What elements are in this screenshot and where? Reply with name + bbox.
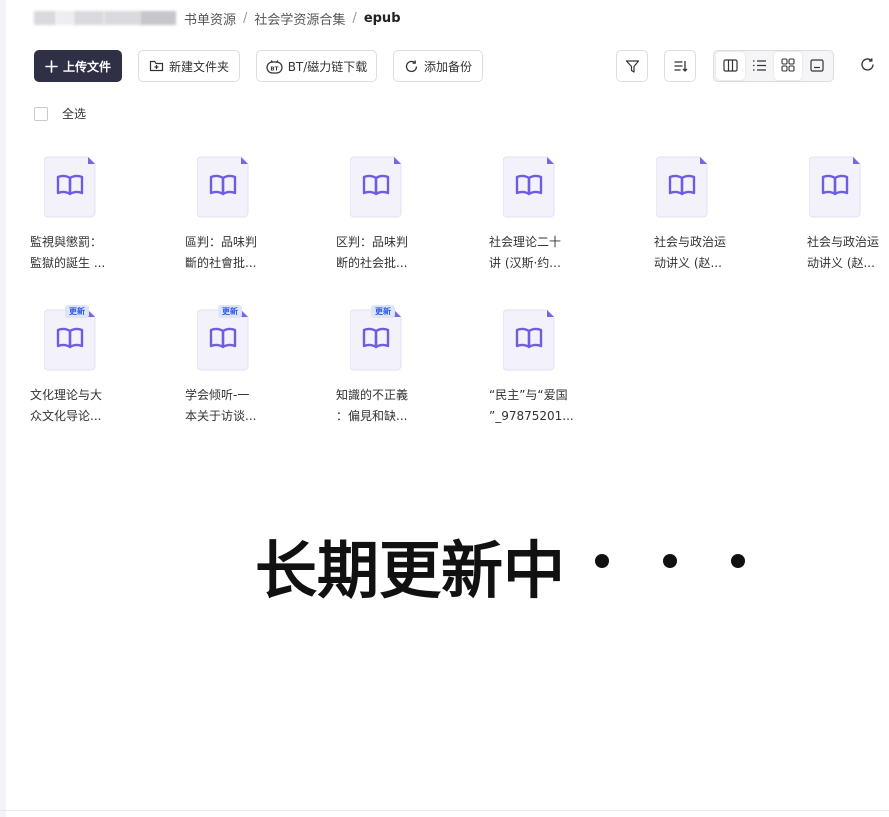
book-icon — [349, 309, 402, 371]
file-name: 社会与政治运 动讲义 (赵... — [642, 232, 742, 274]
file-name: 学会倾听-一 本关于访谈... — [183, 385, 283, 427]
file-item[interactable]: 更新学会倾听-一 本关于访谈... — [183, 305, 313, 449]
add-backup-label: 添加备份 — [423, 59, 472, 74]
file-item[interactable]: 監視與懲罰： 監獄的誕生 ... — [30, 156, 160, 296]
file-name-line: ：偏見和缺... — [336, 409, 408, 423]
select-all-checkbox[interactable] — [34, 106, 48, 121]
file-name-line: ”_97875201... — [489, 409, 574, 423]
file-item[interactable]: 更新知識的不正義 ：偏見和缺... — [336, 305, 466, 449]
file-name: 知識的不正義 ：偏見和缺... — [336, 385, 436, 427]
breadcrumb-item-sociology[interactable]: 社会学资源合集 — [254, 9, 345, 28]
file-name-line: “民主”与“爱国 — [489, 388, 568, 402]
file-name: 文化理论与大 众文化导论... — [30, 385, 130, 427]
bt-download-label: BT/磁力链下载 — [287, 59, 368, 74]
file-name-line: 区判：品味判 — [336, 235, 409, 249]
grid-view-button[interactable] — [773, 52, 803, 80]
update-badge: 更新 — [65, 305, 89, 318]
backup-icon — [404, 59, 419, 74]
file-name-line: 社会理论二十 — [489, 235, 562, 249]
filter-icon — [625, 59, 640, 74]
svg-text:BT: BT — [270, 66, 278, 72]
breadcrumb-separator: / — [352, 10, 357, 26]
file-name-line: 社会与政治运 — [807, 235, 880, 249]
file-item[interactable]: 社会与政治运 动讲义 (赵... — [795, 156, 889, 296]
column-view-icon — [723, 57, 738, 76]
file-name-line: 文化理论与大 — [30, 388, 103, 402]
file-name-line: 断的社会批... — [336, 256, 408, 270]
select-all-label: 全选 — [62, 107, 87, 121]
banner-text: 长期更新中 — [255, 534, 566, 607]
file-item[interactable]: 区判：品味判 断的社会批... — [336, 156, 466, 296]
upload-label: 上传文件 — [62, 59, 111, 74]
book-icon — [808, 156, 861, 218]
bt-icon: BT — [266, 59, 283, 74]
list-view-button[interactable] — [745, 52, 774, 80]
left-edge-strip — [0, 0, 6, 817]
refresh-button[interactable] — [851, 50, 883, 82]
file-name-line: 知識的不正義 — [336, 388, 409, 402]
column-view-button[interactable] — [716, 52, 745, 80]
plus-icon — [45, 59, 58, 73]
file-name-line: 區判：品味判 — [185, 235, 258, 249]
breadcrumb: 书单资源 / 社会学资源合集 / epub — [34, 8, 401, 28]
update-badge: 更新 — [218, 305, 242, 318]
file-name: “民主”与“爱国 ”_97875201... — [489, 385, 589, 427]
book-icon — [196, 309, 249, 371]
file-name: 区判：品味判 断的社会批... — [336, 232, 436, 274]
add-backup-button[interactable]: 添加备份 — [393, 50, 483, 82]
file-item[interactable]: 社会理论二十讲 (汉斯·约... — [489, 156, 619, 296]
upload-button[interactable]: 上传文件 — [34, 50, 122, 82]
file-item[interactable]: 更新文化理论与大 众文化导论... — [30, 305, 160, 449]
preview-view-button[interactable] — [802, 52, 831, 80]
file-item[interactable]: 區判：品味判 斷的社會批... — [183, 156, 313, 296]
file-item[interactable]: 社会与政治运 动讲义 (赵... — [642, 156, 772, 296]
file-item[interactable]: “民主”与“爱国 ”_97875201... — [489, 309, 619, 449]
book-icon — [502, 156, 555, 218]
refresh-icon — [860, 57, 875, 76]
filter-button[interactable] — [616, 50, 648, 82]
blurred-path — [34, 11, 176, 25]
banner-dot — [663, 554, 677, 568]
book-icon — [196, 156, 249, 218]
breadcrumb-item-booklist[interactable]: 书单资源 — [184, 9, 236, 28]
file-name-line: 动讲义 (赵... — [807, 256, 875, 270]
preview-view-icon — [810, 57, 824, 76]
list-view-icon — [752, 57, 767, 76]
new-folder-button[interactable]: 新建文件夹 — [138, 50, 240, 82]
file-name-line: 監獄的誕生 ... — [30, 256, 106, 270]
bottom-divider — [0, 810, 889, 811]
file-name: 監視與懲罰： 監獄的誕生 ... — [30, 232, 130, 274]
banner-dots — [595, 554, 745, 568]
toolbar: 上传文件 新建文件夹 BT BT/磁力链下载 添加备份 — [34, 50, 889, 82]
sort-icon — [673, 59, 688, 74]
banner-dot — [731, 554, 745, 568]
new-folder-label: 新建文件夹 — [168, 59, 229, 74]
file-name: 區判：品味判 斷的社會批... — [183, 232, 283, 274]
file-name-line: 学会倾听-一 — [185, 388, 250, 402]
bt-download-button[interactable]: BT BT/磁力链下载 — [256, 50, 377, 82]
book-icon — [502, 309, 555, 371]
file-name: 社会与政治运 动讲义 (赵... — [795, 232, 889, 274]
breadcrumb-current: epub — [363, 10, 401, 26]
file-name-line: 本关于访谈... — [185, 409, 257, 423]
file-name: 社会理论二十讲 (汉斯·约... — [489, 232, 589, 274]
file-name-line: 監視與懲罰： — [30, 235, 103, 249]
book-icon — [655, 156, 708, 218]
book-icon — [43, 309, 96, 371]
book-icon — [349, 156, 402, 218]
view-mode-group — [713, 50, 834, 82]
update-badge: 更新 — [371, 305, 395, 318]
file-name-line: 动讲义 (赵... — [654, 256, 722, 270]
folder-add-icon — [149, 59, 164, 73]
file-name-line: 社会与政治运 — [654, 235, 727, 249]
file-name-line: 讲 (汉斯·约... — [489, 256, 561, 270]
file-name-line: 斷的社會批... — [185, 256, 257, 270]
book-icon — [43, 156, 96, 218]
grid-view-icon — [781, 57, 795, 76]
select-all[interactable]: 全选 — [34, 105, 86, 122]
sort-button[interactable] — [664, 50, 696, 82]
banner-dot — [595, 554, 609, 568]
breadcrumb-separator: / — [243, 10, 248, 26]
file-name-line: 众文化导论... — [30, 409, 102, 423]
